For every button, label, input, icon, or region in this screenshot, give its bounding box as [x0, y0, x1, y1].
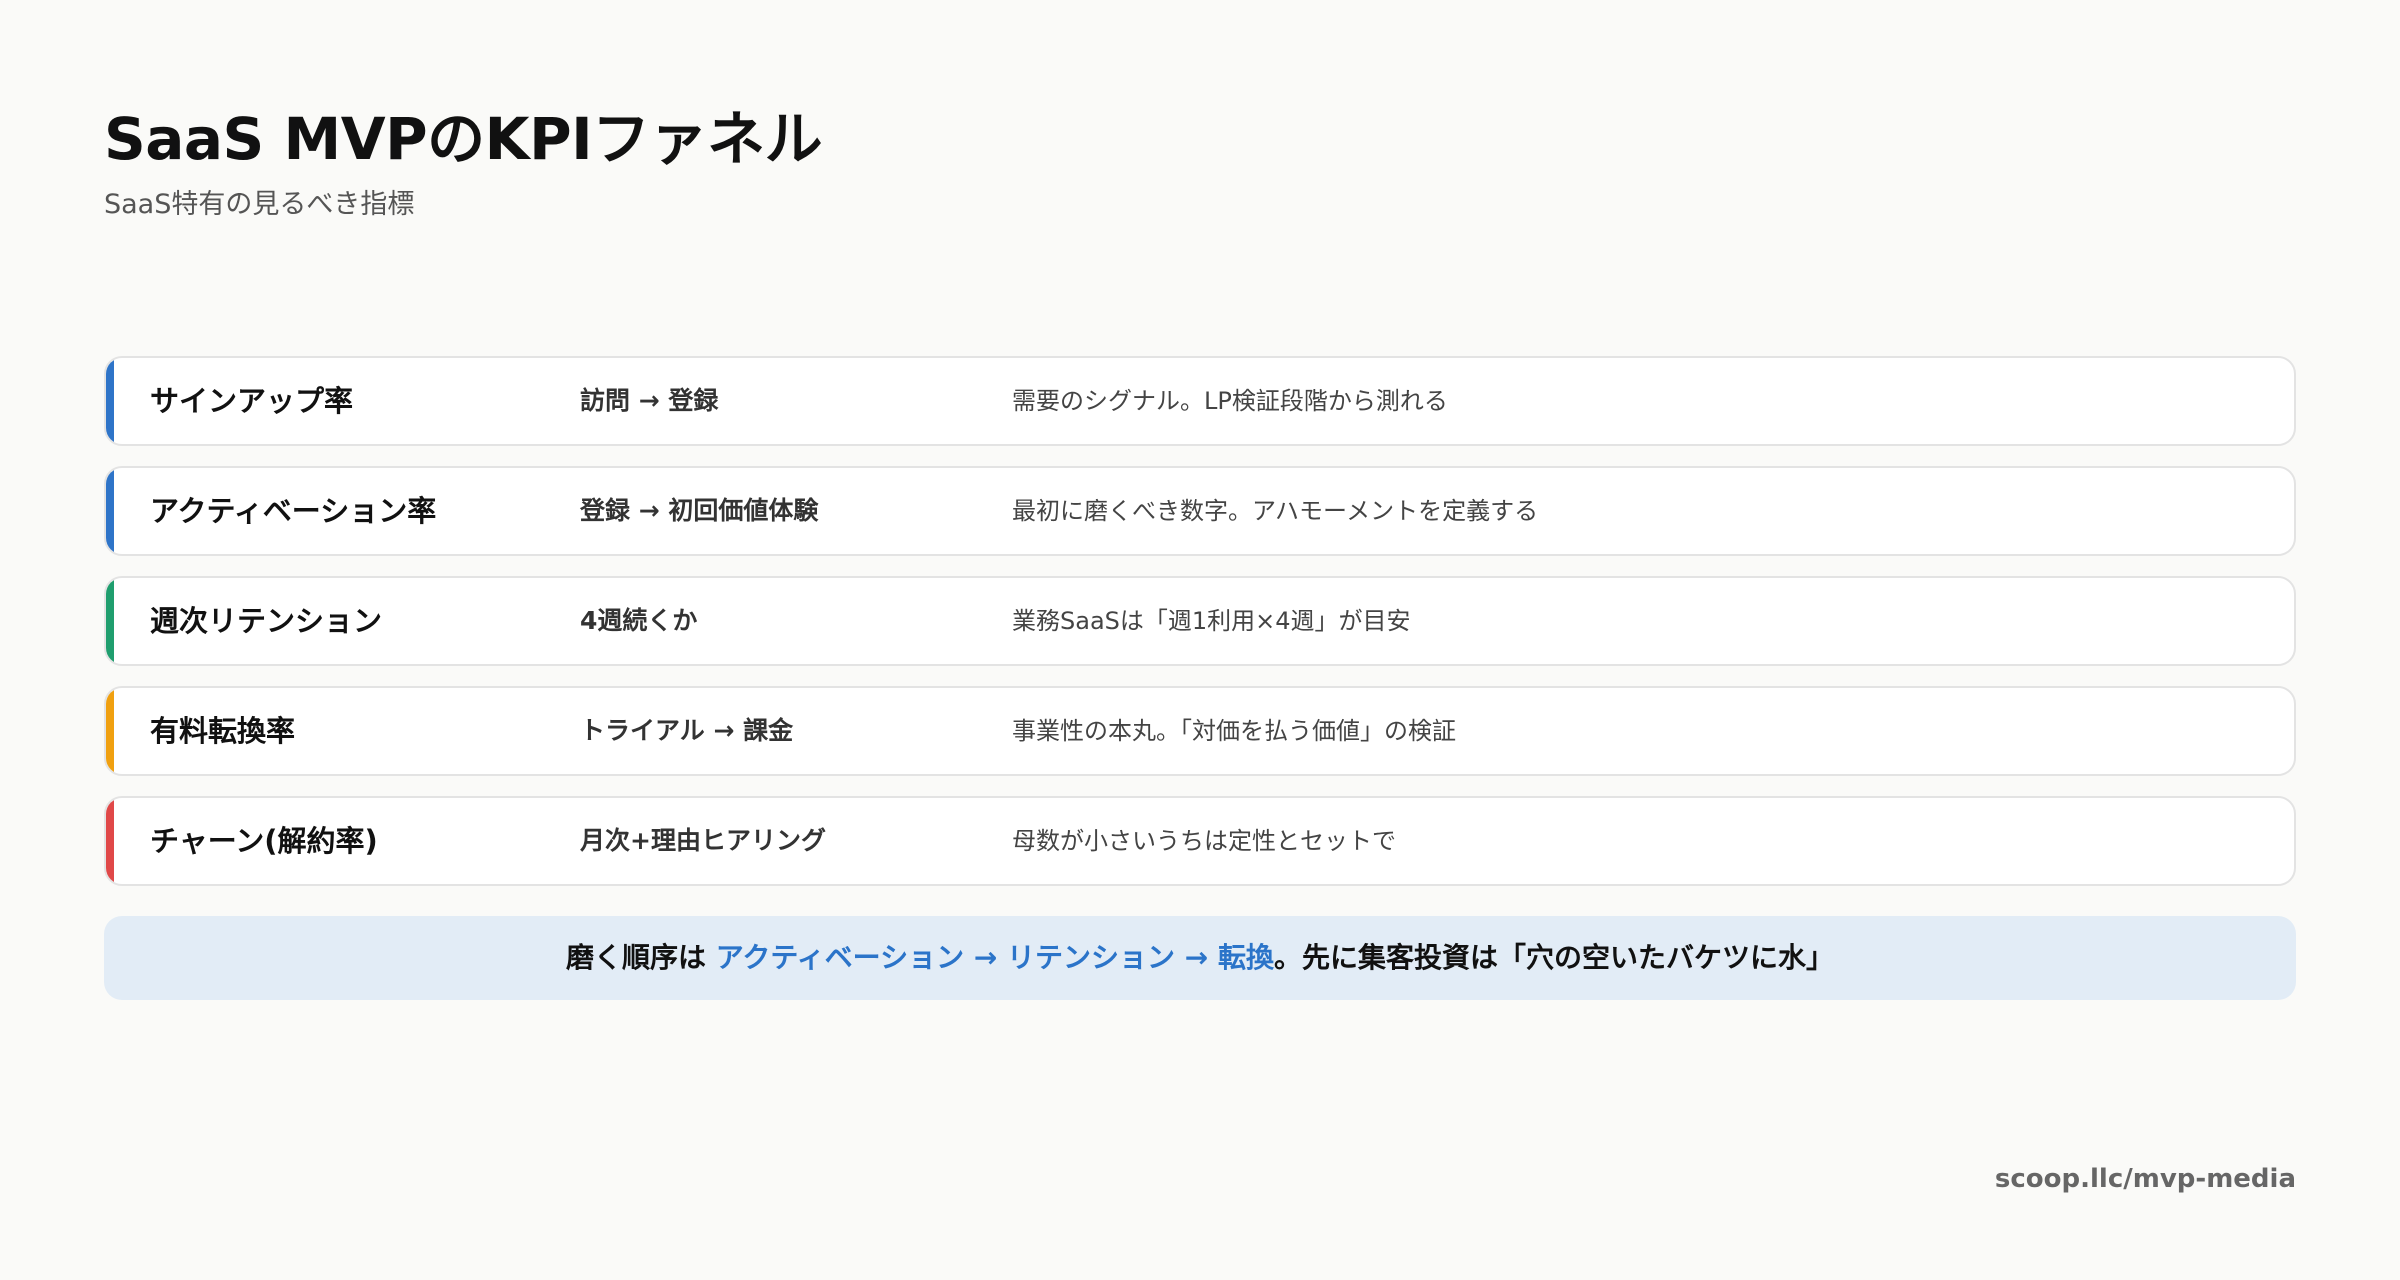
- kpi-note: 事業性の本丸。「対価を払う価値」の検証: [1012, 717, 1456, 745]
- accent-bar: [106, 468, 114, 554]
- kpi-name: 有料転換率: [150, 714, 296, 748]
- kpi-name: サインアップ率: [150, 384, 354, 418]
- kpi-note: 業務SaaSは「週1利用×4週」が目安: [1012, 607, 1411, 635]
- kpi-row-signup: サインアップ率 訪問 → 登録 需要のシグナル。LP検証段階から測れる: [104, 356, 2296, 446]
- kpi-name: アクティベーション率: [150, 494, 437, 528]
- kpi-row-retention: 週次リテンション 4週続くか 業務SaaSは「週1利用×4週」が目安: [104, 576, 2296, 666]
- kpi-row-activation: アクティベーション率 登録 → 初回価値体験 最初に磨くべき数字。アハモーメント…: [104, 466, 2296, 556]
- kpi-flow: 4週続くか: [580, 606, 698, 635]
- kpi-flow: 月次+理由ヒアリング: [580, 826, 826, 855]
- kpi-row-churn: チャーン(解約率) 月次+理由ヒアリング 母数が小さいうちは定性とセットで: [104, 796, 2296, 886]
- accent-bar: [106, 798, 114, 884]
- kpi-name: チャーン(解約率): [150, 824, 378, 858]
- callout-prefix: 磨く順序は: [565, 941, 716, 974]
- kpi-flow: トライアル → 課金: [580, 716, 794, 745]
- callout-highlight: アクティベーション → リテンション → 転換: [715, 941, 1274, 974]
- kpi-note: 需要のシグナル。LP検証段階から測れる: [1012, 387, 1448, 415]
- kpi-note: 母数が小さいうちは定性とセットで: [1012, 827, 1396, 855]
- kpi-name: 週次リテンション: [150, 604, 383, 638]
- footer-url: scoop.llc/mvp-media: [1994, 1164, 2296, 1194]
- accent-bar: [106, 358, 114, 444]
- page-subtitle: SaaS特有の見るべき指標: [104, 189, 415, 220]
- kpi-note: 最初に磨くべき数字。アハモーメントを定義する: [1012, 497, 1539, 525]
- kpi-row-conversion: 有料転換率 トライアル → 課金 事業性の本丸。「対価を払う価値」の検証: [104, 686, 2296, 776]
- accent-bar: [106, 578, 114, 664]
- callout-suffix: 。先に集客投資は「穴の空いたバケツに水」: [1274, 941, 1835, 974]
- accent-bar: [106, 688, 114, 774]
- page-title: SaaS MVPのKPIファネル: [104, 105, 823, 173]
- summary-callout: 磨く順序は アクティベーション → リテンション → 転換。先に集客投資は「穴の…: [104, 916, 2296, 1000]
- slide: SaaS MVPのKPIファネル SaaS特有の見るべき指標 サインアップ率 訪…: [0, 0, 2400, 1280]
- kpi-flow: 登録 → 初回価値体験: [580, 496, 819, 525]
- kpi-flow: 訪問 → 登録: [580, 386, 719, 415]
- kpi-list: サインアップ率 訪問 → 登録 需要のシグナル。LP検証段階から測れる アクティ…: [104, 356, 2296, 906]
